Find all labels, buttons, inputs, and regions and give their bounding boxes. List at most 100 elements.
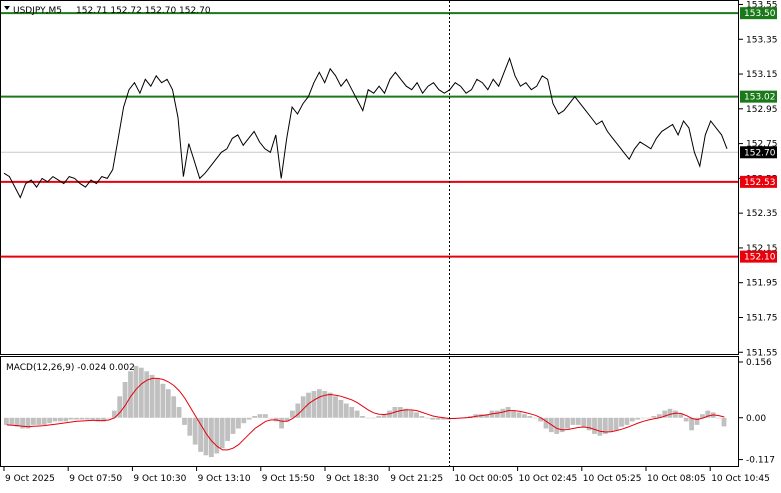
macd-bar (138, 367, 144, 418)
macd-bar (74, 417, 79, 420)
macd-bar (214, 417, 220, 454)
macd-bar (122, 382, 128, 418)
macd-bar (554, 417, 560, 434)
macd-tick-label: 0.00 (746, 414, 766, 424)
macd-bar (435, 417, 441, 420)
macd-bar (597, 417, 603, 436)
time-tick-label: 9 Oct 2025 (5, 474, 55, 484)
macd-bar (182, 417, 187, 425)
macd-bar (721, 417, 727, 427)
chart-canvas[interactable]: 153.55153.35153.15152.95152.75152.55152.… (0, 0, 781, 489)
level-tag-text: 153.02 (744, 93, 776, 103)
time-tick-label: 9 Oct 18:30 (326, 474, 379, 484)
macd-bar (36, 417, 42, 425)
macd-bar (246, 417, 252, 420)
macd-bar (241, 417, 247, 424)
macd-bar (333, 396, 338, 418)
macd-bar (495, 410, 500, 418)
macd-bar (629, 417, 635, 422)
chart-window[interactable]: 153.55153.35153.15152.95152.75152.55152.… (0, 0, 781, 489)
macd-bar (349, 407, 355, 418)
macd-bar (165, 389, 171, 418)
macd-bar (144, 371, 150, 418)
price-tick-label: 151.55 (746, 348, 778, 358)
macd-bar (219, 417, 225, 449)
macd-bar (376, 416, 382, 418)
time-tick-label: 10 Oct 00:05 (454, 474, 513, 484)
macd-bar (52, 417, 58, 422)
macd-bar (419, 416, 425, 418)
price-tick-label: 153.15 (746, 70, 778, 80)
level-tag-text: 152.53 (744, 178, 776, 188)
macd-bar (522, 414, 527, 418)
macd-bar (414, 412, 419, 418)
macd-bar (673, 410, 678, 418)
macd-bar (689, 417, 694, 431)
price-tick-label: 152.35 (746, 209, 778, 219)
time-tick-label: 9 Oct 07:50 (69, 474, 122, 484)
macd-bar (31, 417, 36, 425)
macd-bar (716, 417, 721, 419)
macd-bar (198, 417, 203, 452)
price-tick-label: 151.95 (746, 279, 778, 289)
macd-bar (225, 417, 230, 441)
macd-bar (268, 417, 274, 419)
time-tick-label: 10 Oct 05:25 (583, 474, 642, 484)
macd-bar (365, 417, 371, 419)
macd-bar (63, 417, 69, 422)
macd-tick-label: 0.156 (746, 358, 772, 368)
macd-bar (532, 417, 538, 419)
price-tick-label: 152.95 (746, 105, 778, 115)
current-price-text: 152.70 (744, 148, 776, 158)
macd-bar (230, 417, 236, 434)
time-tick-label: 9 Oct 15:50 (262, 474, 315, 484)
macd-bar (209, 417, 214, 458)
macd-bar (58, 417, 63, 422)
macd-bar (360, 416, 365, 418)
macd-bar (160, 383, 166, 418)
macd-bar (651, 416, 657, 418)
macd-bar (505, 407, 511, 418)
macd-bar (203, 417, 209, 456)
macd-bar (511, 410, 516, 418)
macd-tick-label: -0.117 (746, 456, 775, 466)
macd-bar (667, 408, 673, 418)
macd-bar (624, 417, 630, 425)
macd-bar (343, 403, 349, 418)
macd-bar (397, 407, 403, 418)
macd-bar (592, 417, 597, 434)
macd-bar (608, 417, 614, 433)
macd-bar (171, 396, 177, 418)
macd-bar (68, 417, 74, 420)
macd-bar (311, 391, 317, 418)
macd-bar (257, 414, 263, 418)
macd-bar (9, 417, 15, 425)
level-tag-text: 152.10 (744, 253, 776, 263)
time-tick-label: 10 Oct 02:45 (519, 474, 578, 484)
macd-bar (613, 417, 619, 431)
macd-bar (155, 378, 160, 418)
macd-bar (279, 417, 284, 429)
macd-bar (338, 399, 344, 418)
macd-bar (619, 417, 624, 427)
macd-bar (176, 407, 182, 418)
time-tick-label: 10 Oct 10:45 (711, 474, 770, 484)
level-tag-text: 153.50 (744, 9, 776, 19)
macd-bar (646, 417, 651, 419)
macd-bar (290, 410, 295, 418)
macd-bar (408, 410, 414, 418)
macd-bar (236, 417, 241, 429)
symbol-label: USDJPY,M5 (13, 6, 62, 16)
macd-bar (187, 417, 193, 436)
macd-bar (370, 417, 376, 419)
macd-bar (543, 417, 549, 429)
macd-bar (79, 417, 85, 420)
macd-bar (263, 414, 268, 418)
macd-bar (252, 416, 257, 418)
time-tick-label: 9 Oct 13:10 (198, 474, 251, 484)
macd-bar (47, 417, 52, 424)
time-tick-label: 9 Oct 21:25 (390, 474, 443, 484)
macd-bar (149, 374, 155, 418)
macd-bar (84, 417, 90, 420)
macd-bar (500, 408, 506, 418)
